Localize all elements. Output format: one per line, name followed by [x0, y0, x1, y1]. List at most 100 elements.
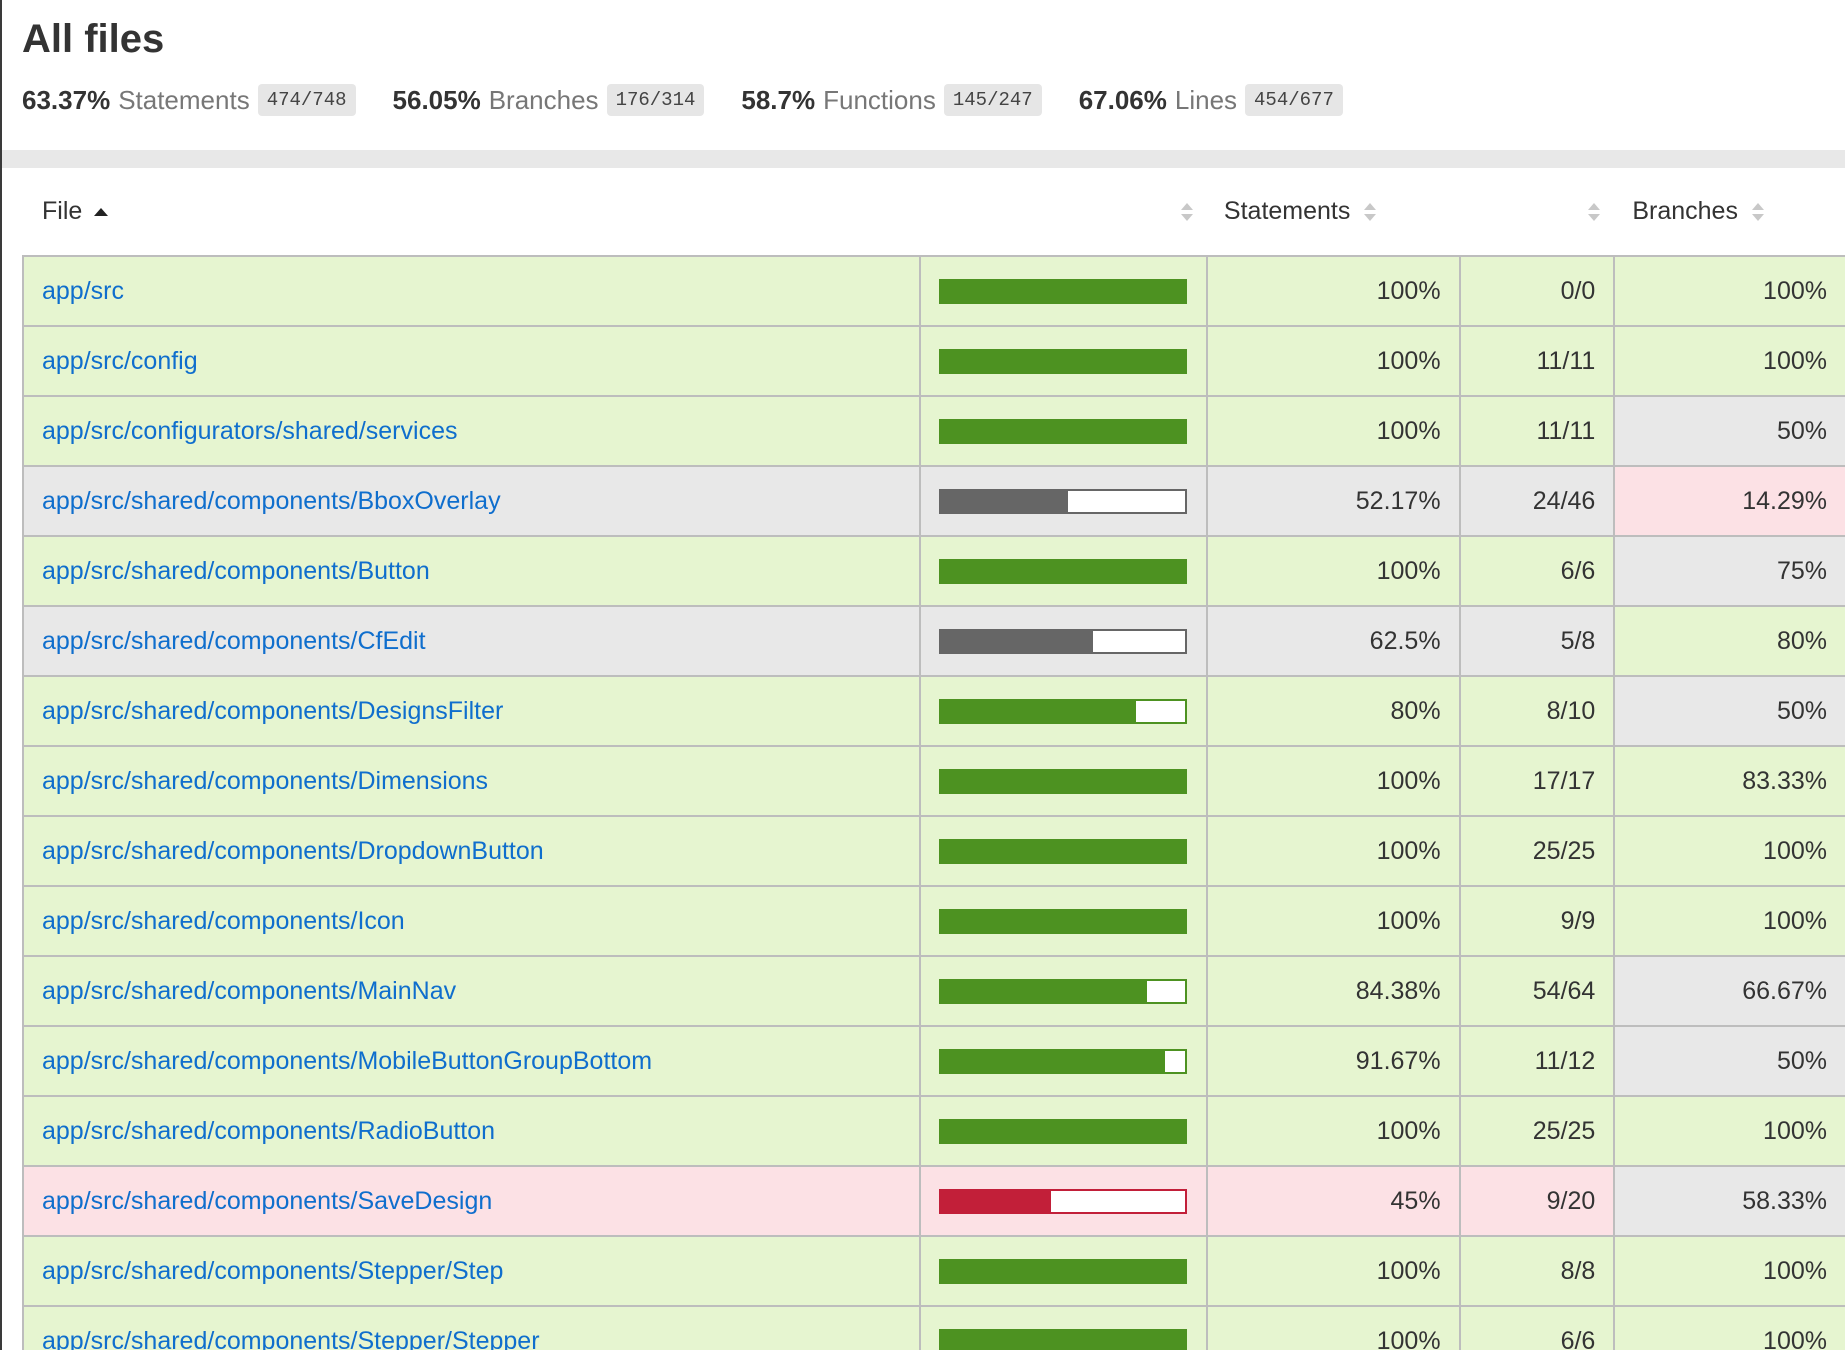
summary-pct: 67.06%	[1078, 84, 1167, 115]
summary-pct: 56.05%	[392, 84, 481, 115]
coverage-table-wrapper: File Statements Branches app/src 100% 0/…	[22, 168, 1845, 1350]
file-link[interactable]: app/src/shared/components/Stepper/Step	[42, 1257, 503, 1285]
statements-pct-cell: 84.38%	[1205, 955, 1461, 1027]
summary-pct: 63.37%	[22, 84, 111, 115]
statements-pct-cell: 62.5%	[1205, 605, 1461, 677]
branches-pct-cell: 100%	[1613, 325, 1845, 397]
coverage-bar-fill	[940, 420, 1185, 442]
statements-pct-cell: 100%	[1205, 745, 1461, 817]
column-header-statements[interactable]: Statements	[1207, 168, 1460, 256]
file-link[interactable]: app/src/shared/components/BboxOverlay	[42, 487, 501, 515]
file-link[interactable]: app/src/shared/components/Icon	[42, 907, 405, 935]
coverage-bar-fill	[940, 840, 1185, 862]
table-row: app/src/shared/components/Stepper/Step 10…	[22, 1235, 1845, 1307]
file-link[interactable]: app/src/shared/components/MobileButtonGr…	[42, 1047, 652, 1075]
statements-fraction-cell: 17/17	[1458, 745, 1616, 817]
branches-pct-cell: 14.29%	[1613, 465, 1845, 537]
branches-pct-cell: 50%	[1613, 675, 1845, 747]
file-cell: app/src	[22, 255, 921, 327]
file-link[interactable]: app/src/shared/components/DropdownButton	[42, 837, 544, 865]
column-header-statements-fraction[interactable]	[1460, 168, 1615, 256]
file-cell: app/src/shared/components/DesignsFilter	[22, 675, 921, 747]
coverage-bar	[938, 418, 1187, 444]
file-link[interactable]: app/src/shared/components/RadioButton	[42, 1117, 495, 1145]
table-row: app/src/configurators/shared/services 100…	[22, 395, 1845, 467]
file-cell: app/src/config	[22, 325, 921, 397]
column-header-file[interactable]: File	[23, 168, 920, 256]
table-row: app/src/shared/components/Dimensions 100%…	[22, 745, 1845, 817]
file-link[interactable]: app/src/config	[42, 347, 198, 375]
table-header-row: File Statements Branches	[23, 168, 1845, 256]
statements-fraction-cell: 6/6	[1458, 1305, 1616, 1350]
summary-pct: 58.7%	[741, 84, 816, 115]
statements-fraction-cell: 6/6	[1458, 535, 1616, 607]
file-link[interactable]: app/src/shared/components/Dimensions	[42, 767, 488, 795]
file-cell: app/src/shared/components/CfEdit	[22, 605, 921, 677]
file-link[interactable]: app/src/shared/components/CfEdit	[42, 627, 426, 655]
coverage-bar	[938, 698, 1187, 724]
file-link[interactable]: app/src/shared/components/SaveDesign	[42, 1187, 492, 1215]
coverage-bar-fill	[940, 1050, 1165, 1072]
branches-pct-cell: 100%	[1613, 1235, 1845, 1307]
file-link[interactable]: app/src/configurators/shared/services	[42, 417, 457, 445]
summary-statements: 63.37% Statements 474/748	[22, 84, 356, 116]
statements-fraction-cell: 0/0	[1458, 255, 1616, 327]
summary-fraction: 474/748	[257, 84, 356, 116]
file-link[interactable]: app/src/shared/components/Button	[42, 557, 430, 585]
statements-pct-cell: 100%	[1205, 885, 1461, 957]
coverage-bar	[938, 838, 1187, 864]
coverage-bar	[938, 768, 1187, 794]
coverage-bar-fill	[940, 490, 1069, 512]
column-header-branches[interactable]: Branches	[1614, 168, 1845, 256]
coverage-bar	[938, 1328, 1187, 1350]
table-row: app/src/shared/components/SaveDesign 45% 9…	[22, 1165, 1845, 1237]
coverage-bar	[938, 278, 1187, 304]
coverage-bar-fill	[940, 280, 1185, 302]
file-cell: app/src/shared/components/BboxOverlay	[22, 465, 921, 537]
coverage-bar-fill	[940, 560, 1185, 582]
statements-pct-cell: 52.17%	[1205, 465, 1461, 537]
summary-label: Functions	[823, 84, 936, 115]
statements-fraction-cell: 11/11	[1458, 325, 1616, 397]
branches-pct-cell: 100%	[1613, 1095, 1845, 1167]
statements-fraction-cell: 54/64	[1458, 955, 1616, 1027]
coverage-table: File Statements Branches app/src 100% 0/…	[22, 168, 1845, 1350]
coverage-bar-cell	[918, 675, 1208, 747]
sort-ascending-icon	[94, 207, 109, 216]
file-cell: app/src/shared/components/Stepper/Steppe…	[22, 1305, 921, 1350]
coverage-bar-cell	[918, 955, 1208, 1027]
coverage-report-page: All files 63.37% Statements 474/748 56.0…	[0, 0, 1845, 1350]
file-cell: app/src/shared/components/Stepper/Step	[22, 1235, 921, 1307]
file-cell: app/src/shared/components/MainNav	[22, 955, 921, 1027]
column-header-bar[interactable]	[920, 168, 1207, 256]
page-title: All files	[22, 17, 165, 61]
coverage-bar-cell	[918, 255, 1208, 327]
file-link[interactable]: app/src	[42, 277, 124, 305]
sort-both-icon	[1364, 201, 1377, 223]
coverage-bar-cell	[918, 395, 1208, 467]
file-link[interactable]: app/src/shared/components/MainNav	[42, 977, 456, 1005]
coverage-bar-fill	[940, 1260, 1185, 1282]
coverage-bar-cell	[918, 605, 1208, 677]
statements-pct-cell: 100%	[1205, 395, 1461, 467]
coverage-bar-cell	[918, 535, 1208, 607]
table-row: app/src/shared/components/Stepper/Steppe…	[22, 1305, 1845, 1350]
branches-pct-cell: 100%	[1613, 1305, 1845, 1350]
file-cell: app/src/shared/components/Button	[22, 535, 921, 607]
branches-pct-cell: 83.33%	[1613, 745, 1845, 817]
column-header-label: Statements	[1223, 197, 1351, 225]
coverage-bar-cell	[918, 1305, 1208, 1350]
report-header: All files 63.37% Statements 474/748 56.0…	[2, 0, 1845, 135]
summary-branches: 56.05% Branches 176/314	[393, 84, 705, 116]
file-link[interactable]: app/src/shared/components/Stepper/Steppe…	[42, 1327, 540, 1350]
coverage-bar	[938, 558, 1187, 584]
sort-both-icon	[1751, 201, 1764, 223]
statements-fraction-cell: 8/8	[1458, 1235, 1616, 1307]
file-link[interactable]: app/src/shared/components/DesignsFilter	[42, 697, 503, 725]
file-cell: app/src/shared/components/DropdownButton	[22, 815, 921, 887]
coverage-bar	[938, 1048, 1187, 1074]
coverage-bar-cell	[918, 815, 1208, 887]
branches-pct-cell: 100%	[1613, 815, 1845, 887]
statements-pct-cell: 91.67%	[1205, 1025, 1461, 1097]
branches-pct-cell: 50%	[1613, 1025, 1845, 1097]
